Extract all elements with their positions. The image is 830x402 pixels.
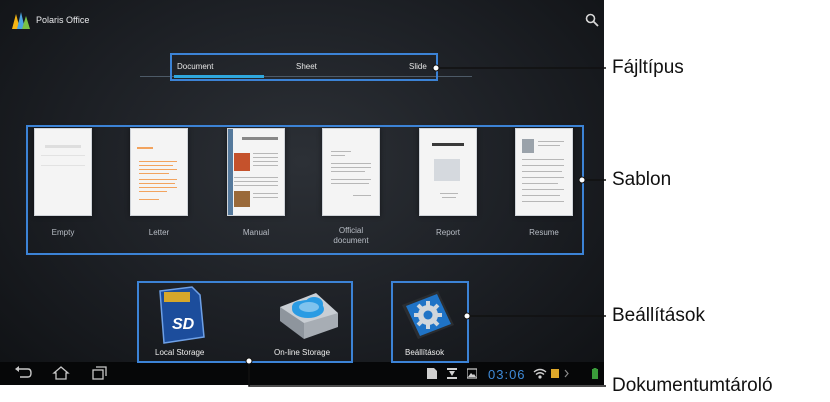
tab-sheet[interactable]: Sheet <box>296 62 317 71</box>
system-bar: 03:06 <box>0 362 604 385</box>
file-type-tabs: Document Sheet Slide <box>140 60 472 84</box>
local-storage-label[interactable]: Local Storage <box>155 348 204 357</box>
battery-icon <box>592 368 598 379</box>
template-label-empty: Empty <box>51 228 75 237</box>
template-empty[interactable] <box>34 128 92 216</box>
image-status-icon <box>467 368 477 379</box>
cloud-drive-icon[interactable] <box>276 287 342 343</box>
annotation-settings: Beállítások <box>612 305 705 326</box>
template-report[interactable] <box>419 128 477 216</box>
template-label-resume: Resume <box>529 228 559 237</box>
template-official-document[interactable] <box>322 128 380 216</box>
sd-card-icon[interactable]: SD <box>150 285 208 347</box>
annotation-file-type: Fájltípus <box>612 57 684 78</box>
search-icon[interactable] <box>585 13 599 27</box>
document-status-icon <box>427 368 437 379</box>
template-manual[interactable] <box>227 128 285 216</box>
status-clock: 03:06 <box>488 367 526 382</box>
annotation-storage: Dokumentumtároló <box>612 375 773 396</box>
tablet-screen: Polaris Office Document Sheet Slide Empt… <box>0 0 604 385</box>
svg-text:SD: SD <box>172 316 195 333</box>
tab-document[interactable]: Document <box>177 62 213 71</box>
polaris-logo-icon <box>12 12 30 29</box>
app-bar: Polaris Office <box>0 0 604 42</box>
template-label-manual: Manual <box>242 228 270 237</box>
recent-apps-icon[interactable] <box>90 366 108 380</box>
annotation-template: Sablon <box>612 169 672 190</box>
online-storage-label[interactable]: On-line Storage <box>274 348 330 357</box>
usb-debug-icon <box>551 369 559 378</box>
back-icon[interactable] <box>14 366 32 380</box>
app-title: Polaris Office <box>36 15 90 25</box>
tab-active-indicator <box>174 75 264 78</box>
template-resume[interactable] <box>515 128 573 216</box>
template-label-letter: Letter <box>148 228 170 237</box>
more-indicator-icon <box>564 369 569 378</box>
wifi-icon <box>533 368 547 379</box>
template-label-official-document: Official document <box>333 226 369 245</box>
tab-slide[interactable]: Slide <box>409 62 427 71</box>
download-status-icon <box>447 368 457 379</box>
template-letter[interactable] <box>130 128 188 216</box>
settings-tablet-icon[interactable] <box>398 287 458 343</box>
settings-label[interactable]: Beállítások <box>405 348 444 357</box>
template-label-report: Report <box>435 228 460 237</box>
home-icon[interactable] <box>52 366 70 380</box>
